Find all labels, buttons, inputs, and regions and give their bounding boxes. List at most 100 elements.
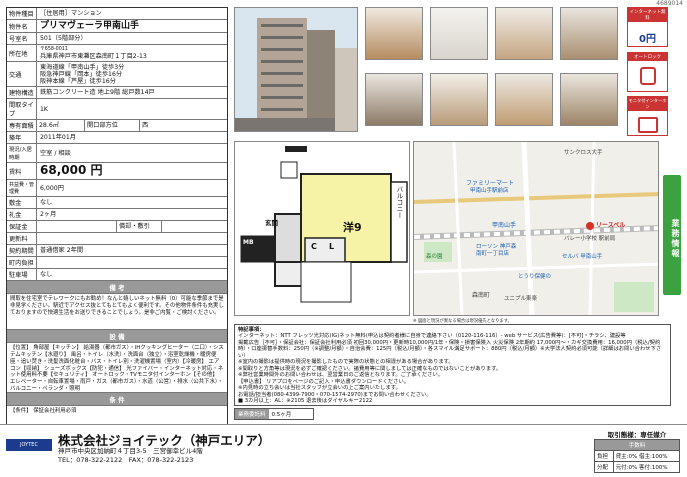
row-town: 町内負担: [7, 257, 227, 270]
traffic-line-3: 阪神本線「芦屋」徒歩16分: [40, 77, 116, 85]
lock-icon: [639, 67, 656, 85]
addr-value: 兵庫県神戸市東灘区森南町１丁目2-13: [40, 52, 147, 60]
map-pin-label: リースペル: [596, 222, 626, 229]
addr-label: 所在地: [7, 45, 37, 62]
map-drawing: [414, 142, 658, 315]
commission-label: 業務委託料: [235, 409, 269, 419]
company-address: 神戸市中央区加納町４丁目3-5 三宮御幸ビル4階: [58, 447, 203, 455]
row-traffic: 交通 東海道線「甲南山手」徒歩3分 阪急神戸線「岡本」徒歩16分 阪神本線「芦屋」徒歩…: [7, 62, 227, 88]
row-room: 号室名 501（5階部分）: [7, 33, 227, 46]
type-label: 物件種目: [7, 8, 37, 19]
layout-value: 1K: [40, 105, 48, 113]
thumb-entrance[interactable]: [365, 73, 423, 126]
footer: JOYTEC 株式会社ジョイテック（神戸エリア） 神戸市中央区加納町４丁目3-5…: [0, 424, 687, 477]
row-type: 物件種目 ［住居用］マンション: [7, 8, 227, 20]
burden-label: 負担: [594, 450, 614, 462]
split-value: 元付:0% 客付:100%: [612, 461, 681, 473]
area-value: 28.6㎡: [37, 120, 85, 132]
burden-value: 貸主:0% 借主:100%: [612, 450, 681, 462]
row-vacancy: 現況/入居時期 空室 / 相談: [7, 144, 227, 164]
structure-value: 鉄筋コンクリート造 地上9階 総戸数14戸: [40, 89, 155, 97]
commission-value: 0.5ヶ月: [271, 412, 292, 418]
guarantee-label: 保証金: [7, 221, 37, 233]
room-label: 号室名: [7, 33, 37, 45]
guarantee-value-block: 償却・敷引: [37, 221, 227, 233]
internet-free-label: インターネット無料: [628, 8, 667, 22]
thumb-room-1[interactable]: [365, 7, 423, 60]
thumb-room-2[interactable]: [495, 7, 553, 60]
plan-balcony-label: バルコニー: [395, 186, 403, 219]
map-label-selva: セルバ 甲南山手: [562, 254, 603, 260]
map-label-clinic: とうり保健の: [518, 274, 552, 280]
building-illustration: [235, 8, 357, 131]
cond-text: 【条件】 保証会社利用必須: [10, 408, 77, 415]
doc-id: 4689014: [656, 0, 683, 7]
room-value: 501（5階部分）: [40, 35, 87, 43]
renewal-value: [37, 233, 227, 244]
split-label: 分配: [594, 461, 614, 473]
addr-value-block: 〒658-0011 兵庫県神戸市東灘区森南町１丁目2-13: [37, 45, 227, 61]
guarantee-value: [37, 221, 117, 233]
map-label-lawson-2: 南町一丁目店: [476, 251, 510, 257]
area-map[interactable]: ファミリーマート 甲南山手駅前店 甲南山手 ローソン 神戸森 南町一丁目店 セル…: [413, 141, 659, 316]
plan-l-label: L: [329, 242, 335, 251]
map-label-suncross: サンクロス大手: [564, 150, 603, 156]
town-label: 町内負担: [7, 257, 37, 269]
rent-label: 賃料: [7, 163, 37, 180]
row-address: 所在地 〒658-0011 兵庫県神戸市東灘区森南町１丁目2-13: [7, 45, 227, 63]
deposit-value: なし: [40, 199, 53, 207]
map-label-station: 甲南山手: [492, 222, 517, 229]
structure-label: 建物構造: [7, 87, 37, 99]
remarks-line: インターネット：NTT フレッツ光対応(IG)ネット無料(申込は契約者様に自身で…: [238, 333, 626, 340]
equip-header: 設 備: [7, 330, 227, 344]
transaction-head: 取引態様：専任媒介: [607, 431, 667, 439]
remarks-line: ■ 3カ月以上：AL：※2105 退去後はダイヤルキー2122: [238, 397, 373, 404]
plan-c-label: C: [311, 242, 317, 251]
key-label: 礼金: [7, 209, 37, 221]
map-label-morimin: 森南町: [472, 292, 491, 299]
map-label-school: バレー小学校 駅前局: [564, 236, 616, 242]
amort-value: [162, 221, 166, 232]
commission-box: 業務委託料 0.5ヶ月: [234, 408, 314, 420]
thumb-room-3[interactable]: [430, 73, 488, 126]
company-contact: 神戸市中央区加納町４丁目3-5 三宮御幸ビル4階 TEL：078-322-212…: [58, 447, 203, 465]
monitor-label: モニタ付インターホン: [628, 97, 667, 111]
row-key-money: 礼金 2ヶ月: [7, 209, 227, 222]
thumb-kitchen[interactable]: [560, 7, 618, 60]
row-rent: 賃料 68,000 円: [7, 163, 227, 181]
plan-room-label: 洋9: [343, 221, 362, 234]
amort-label: 償却・敷引: [117, 221, 162, 233]
plan-entrance-label: 玄関: [265, 219, 278, 227]
thumb-room-4[interactable]: [495, 73, 553, 126]
cond-header: 条 件: [7, 393, 227, 407]
autolock-label: オートロック: [628, 53, 667, 61]
remarks-box: 特記事項： インターネット：NTT フレッツ光対応(IG)ネット無料(申込は契約…: [234, 324, 671, 406]
transaction-sub: 手数料: [594, 439, 680, 451]
property-table: 物件種目 ［住居用］マンション 物件名 プリマヴェーラ甲南山手 号室名 501（5階部…: [6, 7, 228, 426]
row-renewal: 更新料: [7, 233, 227, 246]
company-logo: JOYTEC: [6, 439, 52, 451]
row-structure: 建物構造 鉄筋コンクリート造 地上9階 総戸数14戸: [7, 87, 227, 100]
map-label-park: 森の園: [426, 254, 443, 260]
remarks-line: 掲載広告［不可］・保証会社：保証会社利用必須 初回30,000円・更新時10,0…: [238, 339, 662, 359]
row-layout: 間取タイプ 1K: [7, 99, 227, 121]
row-deposit: 敷金 なし: [7, 197, 227, 210]
built-label: 築年: [7, 132, 37, 144]
thumb-bath[interactable]: [430, 7, 488, 60]
transaction-table: 手数料 負担 貸主:0% 借主:100% 分配 元付:0% 客付:100%: [594, 439, 681, 473]
map-label-uni: ユニプル東楽: [504, 296, 538, 302]
row-name: 物件名 プリマヴェーラ甲南山手: [7, 20, 227, 34]
row-fee: 共益費・管理費 6,000円: [7, 180, 227, 198]
building-photo: [234, 7, 358, 132]
side-tab-business[interactable]: 業務情報: [663, 175, 681, 295]
floor-plan: 洋9 バルコニー 玄関 MB C L: [234, 141, 410, 316]
thumb-hall[interactable]: [560, 73, 618, 126]
name-label: 物件名: [7, 20, 37, 33]
plan-mb-label: MB: [243, 239, 254, 246]
row-parking: 駐車場 なし: [7, 269, 227, 282]
map-label-famima-2: 甲南山手駅前店: [470, 188, 509, 194]
built-value: 2011年01月: [40, 134, 76, 142]
row-built: 築年 2011年01月: [7, 132, 227, 145]
internet-free-badge: インターネット無料 0円: [627, 7, 668, 47]
layout-label: 間取タイプ: [7, 99, 37, 120]
